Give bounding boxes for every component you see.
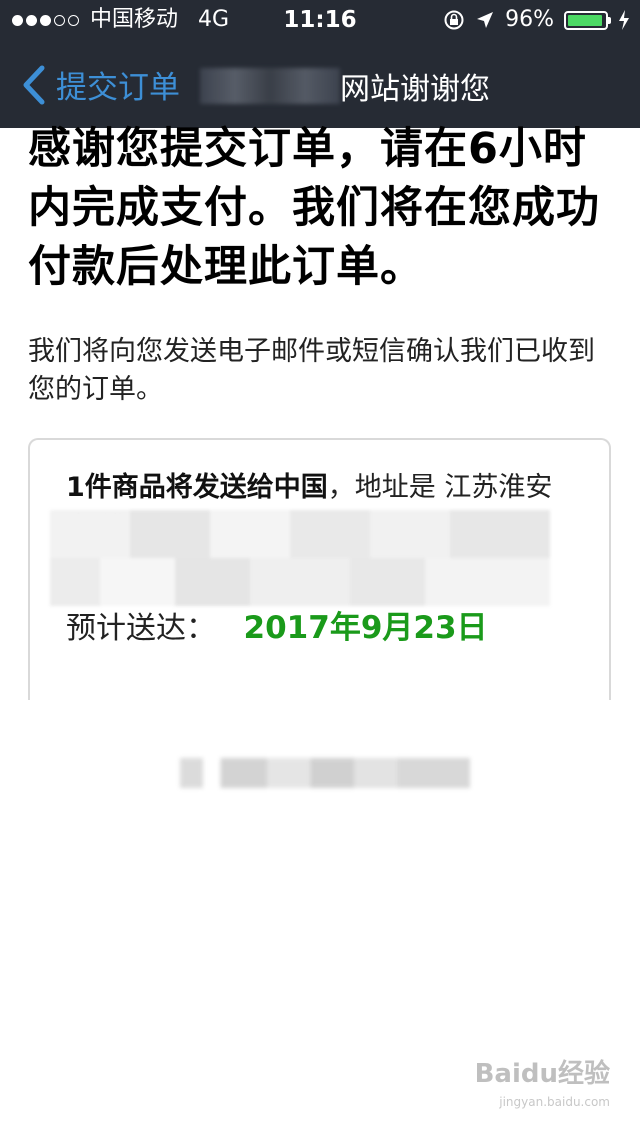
status-right: 96% <box>433 0 630 40</box>
eta-label: 预计送达： <box>66 611 216 646</box>
location-arrow-icon <box>477 12 494 28</box>
screen: 中国移动 4G 11:16 96% 提交订单 网站谢谢您 感谢您提交订单，请在6… <box>0 0 640 1136</box>
watermark: Baidu经验 jingyan.baidu.com <box>475 1060 610 1116</box>
nav-bar: 提交订单 网站谢谢您 <box>0 40 640 128</box>
eta-date: 2017年9月23日 <box>243 610 488 646</box>
charging-bolt-icon <box>619 10 629 30</box>
back-button[interactable]: 提交订单 <box>16 62 180 107</box>
eta-row: 预计送达： 2017年9月23日 <box>66 606 488 651</box>
watermark-brand: Baidu经验 <box>474 1059 610 1089</box>
rotation-lock-icon <box>444 10 464 30</box>
redacted-address-block <box>50 510 550 606</box>
chevron-left-icon <box>23 65 45 104</box>
shipping-card: 1件商品将发送给中国，地址是 江苏淮安市 淮 预计送达： 2017年9月23日 <box>28 438 611 700</box>
thank-you-headline: 感谢您提交订单，请在6小时内完成支付。我们将在您成功付款后处理此订单。 <box>28 124 600 292</box>
confirmation-notice: 我们将向您发送电子邮件或短信确认我们已收到您的订单。 <box>28 336 595 405</box>
battery-icon <box>564 10 611 30</box>
top-bar: 中国移动 4G 11:16 96% 提交订单 网站谢谢您 <box>0 0 640 128</box>
page-title: 网站谢谢您 <box>340 72 490 107</box>
shipping-summary: 1件商品将发送给中国 <box>66 472 328 503</box>
status-bar: 中国移动 4G 11:16 96% <box>0 0 640 40</box>
redacted-email-block <box>180 758 470 788</box>
battery-percent: 96% <box>505 7 554 32</box>
watermark-url: jingyan.baidu.com <box>499 1095 610 1109</box>
